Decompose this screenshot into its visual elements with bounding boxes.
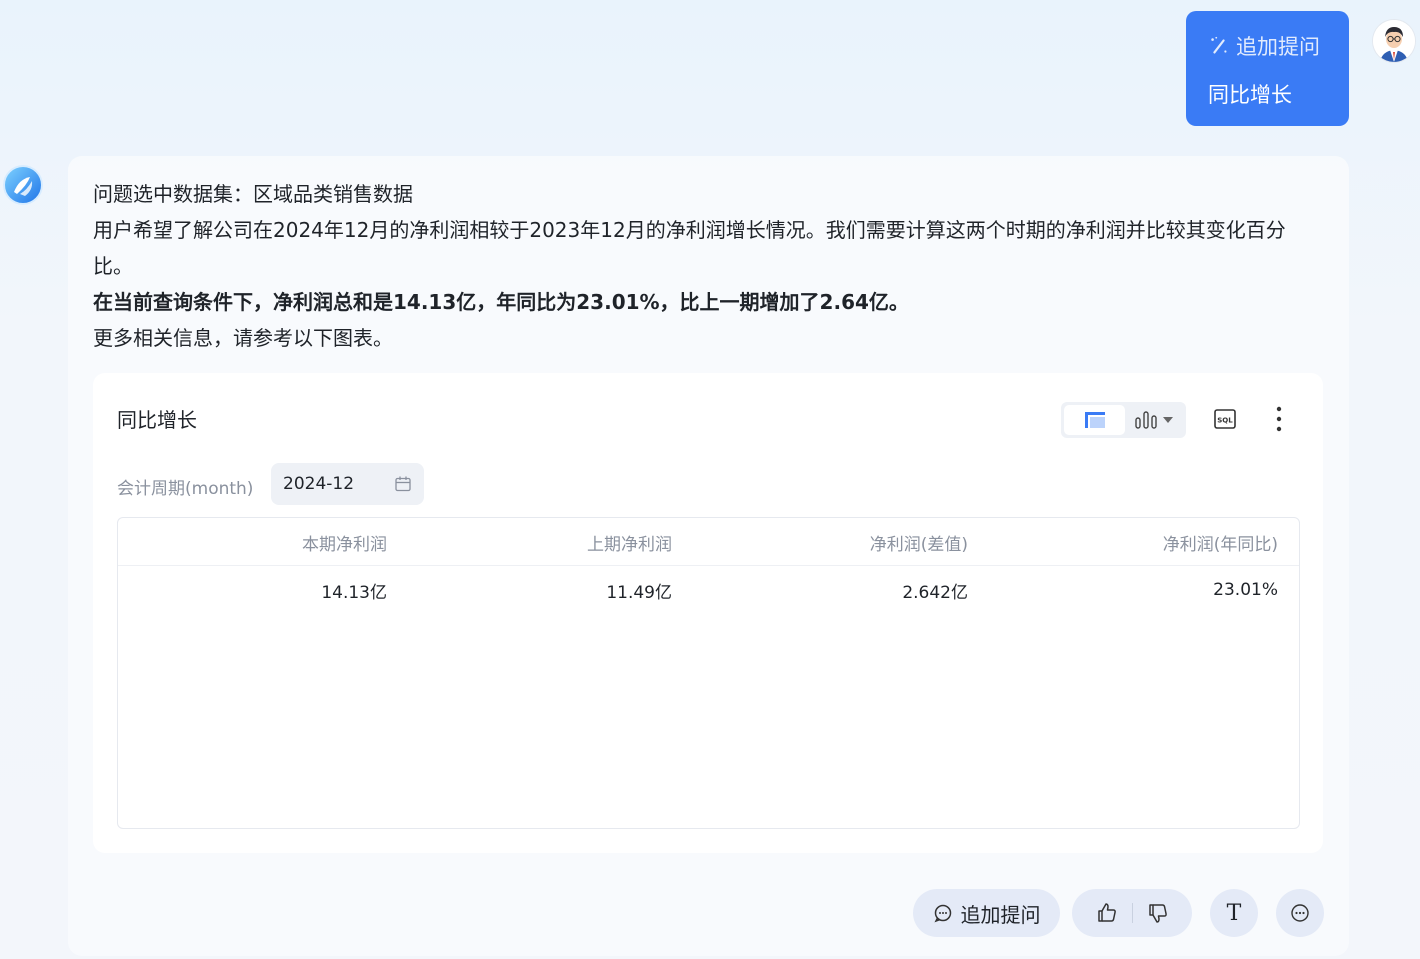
answer-card: 问题选中数据集：区域品类销售数据 用户希望了解公司在2024年12月的净利润相较…: [68, 156, 1349, 956]
filter-label: 会计周期(month): [117, 479, 254, 499]
followup-label: 追加提问: [960, 902, 1041, 927]
text-format-icon: T: [1226, 900, 1242, 926]
chat-bubble-icon: [933, 904, 951, 923]
feedback-divider: [1131, 903, 1133, 923]
bar-chart-icon: [1135, 411, 1157, 429]
date-value: 2024-12: [283, 474, 355, 494]
user-message-text: 同比增长: [1208, 83, 1292, 107]
table-icon: [1084, 412, 1105, 428]
answer-text: 问题选中数据集：区域品类销售数据 用户希望了解公司在2024年12月的净利润相较…: [93, 176, 1323, 356]
header-previous-net-profit[interactable]: 上期净利润: [412, 518, 672, 566]
bot-avatar: [3, 165, 43, 205]
cell-net-profit-diff: 2.642亿: [902, 582, 968, 603]
dataset-line: 问题选中数据集：区域品类销售数据: [93, 182, 413, 206]
sql-button[interactable]: SQL: [1213, 407, 1237, 431]
table-row: 14.13亿 11.49亿 2.642亿 23.01%: [118, 566, 1299, 614]
reference-line: 更多相关信息，请参考以下图表。: [93, 326, 393, 350]
chart-view-button[interactable]: [1125, 405, 1183, 435]
cell-current-net-profit: 14.13亿: [321, 582, 387, 603]
magic-wand-icon: [1211, 36, 1227, 54]
header-net-profit-diff[interactable]: 净利润(差值): [708, 518, 968, 566]
thumbs-up-icon[interactable]: [1096, 902, 1118, 924]
feedback-group: [1072, 889, 1192, 937]
table-header-row: 本期净利润 上期净利润 净利润(差值) 净利润(年同比): [118, 518, 1299, 566]
cell-previous-net-profit: 11.49亿: [606, 582, 672, 603]
followup-tag-label: 追加提问: [1236, 35, 1320, 59]
more-actions-button[interactable]: [1276, 889, 1324, 937]
user-avatar-image: [1373, 20, 1415, 62]
bot-logo-icon: [3, 165, 43, 205]
summary-line: 在当前查询条件下，净利润总和是14.13亿，年同比为23.01%，比上一期增加了…: [93, 290, 909, 314]
sql-icon: SQL: [1214, 409, 1236, 429]
result-title: 同比增长: [117, 408, 197, 432]
cell-net-profit-yoy: 23.01%: [1213, 580, 1278, 600]
analysis-line: 用户希望了解公司在2024年12月的净利润相较于2023年12月的净利润增长情况…: [93, 218, 1286, 278]
followup-tag: 追加提问: [1208, 31, 1327, 61]
vertical-dots-icon: [1276, 406, 1282, 432]
month-date-picker[interactable]: 2024-12: [271, 463, 424, 505]
followup-button[interactable]: 追加提问: [913, 889, 1060, 937]
sql-icon-label: SQL: [1217, 417, 1233, 425]
text-format-button[interactable]: T: [1210, 889, 1258, 937]
header-current-net-profit[interactable]: 本期净利润: [127, 518, 387, 566]
more-options-button[interactable]: [1269, 404, 1289, 434]
chevron-down-icon: [1163, 417, 1174, 423]
header-net-profit-yoy[interactable]: 净利润(年同比): [1018, 518, 1278, 566]
user-avatar[interactable]: [1373, 20, 1415, 62]
view-toggle: [1061, 402, 1186, 438]
more-horizontal-icon: [1291, 904, 1309, 922]
user-message-bubble: 追加提问 同比增长: [1186, 11, 1349, 126]
table-view-button[interactable]: [1064, 405, 1126, 435]
calendar-icon: [395, 476, 411, 492]
thumbs-down-icon[interactable]: [1147, 902, 1169, 924]
result-card: 同比增长 SQL 会计周期(month) 2024-12 本期净利润 上期净利润…: [93, 373, 1323, 853]
result-table: 本期净利润 上期净利润 净利润(差值) 净利润(年同比) 14.13亿 11.4…: [117, 517, 1300, 829]
